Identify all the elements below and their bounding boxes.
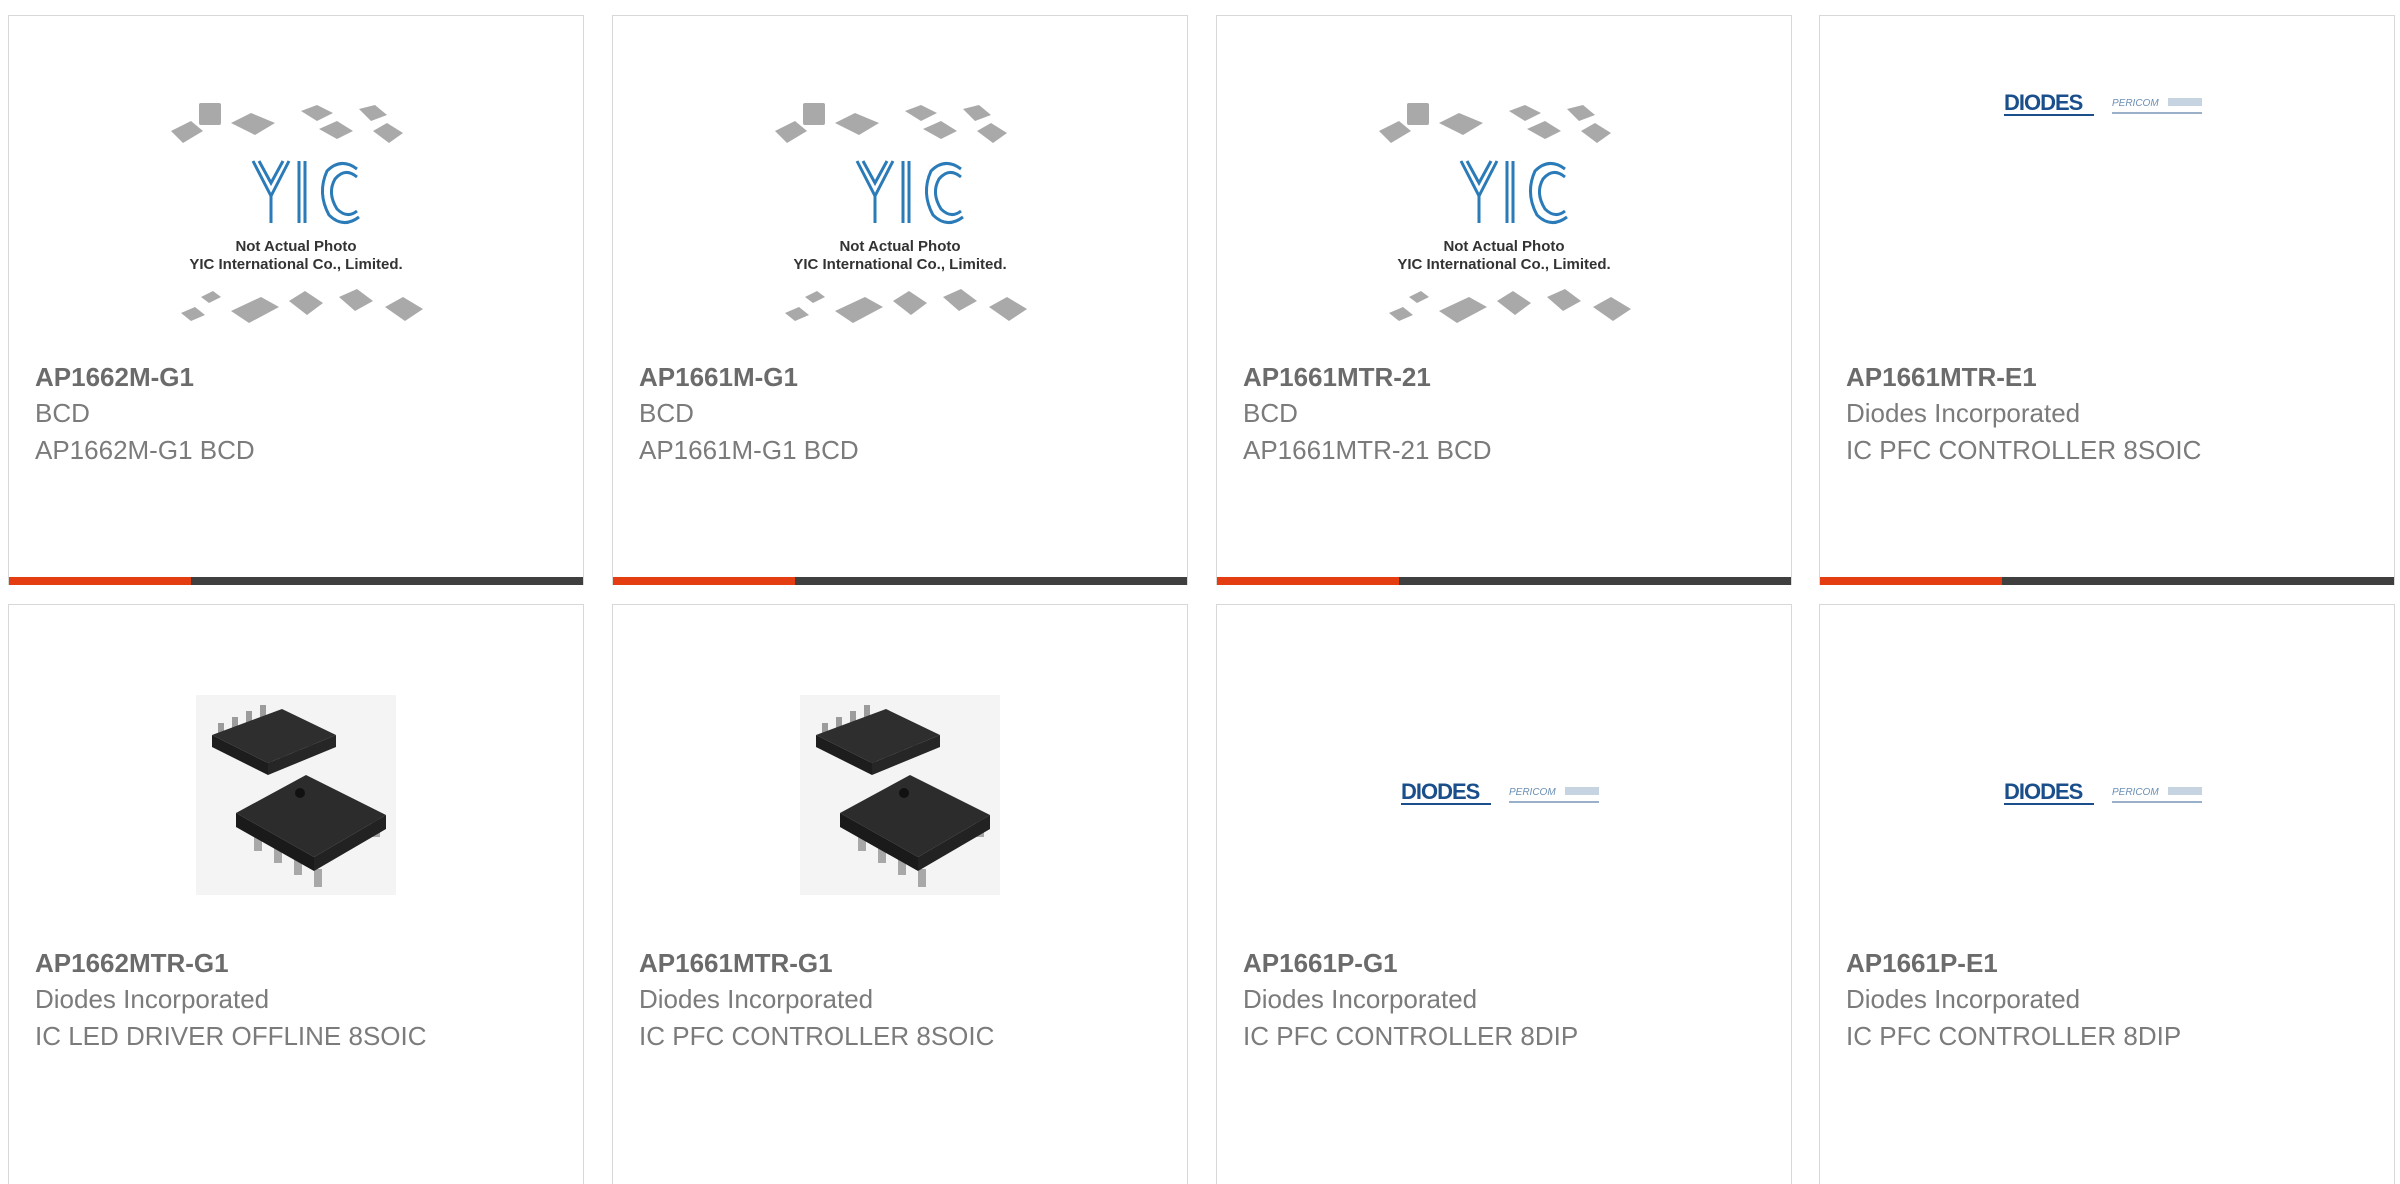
product-meta: AP1661P-E1 Diodes Incorporated IC PFC CO…	[1846, 945, 2374, 1055]
manufacturer: Diodes Incorporated	[1846, 984, 2081, 1014]
product-grid: Not Actual Photo YIC International Co., …	[0, 0, 2400, 1184]
part-number[interactable]: AP1661MTR-21	[1243, 359, 1771, 395]
product-image-yic-placeholder[interactable]: Not Actual Photo YIC International Co., …	[9, 86, 583, 366]
product-card[interactable]: DIODES PERICOM AP1661P-G1 Diodes Incorpo…	[1216, 604, 1792, 1184]
description: AP1661M-G1 BCD	[639, 435, 859, 465]
product-image-yic-placeholder[interactable]: Not Actual Photo YIC International Co., …	[613, 86, 1187, 366]
product-meta: AP1662M-G1 BCD AP1662M-G1 BCD	[35, 359, 563, 469]
svg-text:Not Actual Photo: Not Actual Photo	[235, 238, 356, 255]
product-card[interactable]: DIODES PERICOM AP1661MTR-E1 Diodes Incor…	[1819, 15, 2395, 585]
part-number[interactable]: AP1661MTR-E1	[1846, 359, 2374, 395]
product-meta: AP1661MTR-21 BCD AP1661MTR-21 BCD	[1243, 359, 1771, 469]
package-placeholder-icon: Not Actual Photo YIC International Co., …	[1379, 103, 1631, 323]
card-footer-bar	[613, 577, 1187, 585]
svg-text:Not Actual Photo: Not Actual Photo	[1443, 238, 1564, 255]
product-card[interactable]: AP1662MTR-G1 Diodes Incorporated IC LED …	[8, 604, 584, 1184]
product-image-yic-placeholder[interactable]: Not Actual Photo YIC International Co., …	[1217, 86, 1791, 366]
soic-chip-icon	[800, 695, 1000, 895]
part-number[interactable]: AP1662M-G1	[35, 359, 563, 395]
product-image-soic-chip[interactable]	[613, 650, 1187, 940]
manufacturer: Diodes Incorporated	[1243, 984, 1478, 1014]
product-image-diodes-logo[interactable]: DIODES PERICOM	[1217, 650, 1791, 940]
accent-stripe	[1217, 577, 1399, 585]
product-meta: AP1662MTR-G1 Diodes Incorporated IC LED …	[35, 945, 563, 1055]
package-placeholder-icon: Not Actual Photo YIC International Co., …	[775, 103, 1027, 323]
part-number[interactable]: AP1661P-G1	[1243, 945, 1771, 981]
manufacturer: Diodes Incorporated	[639, 984, 874, 1014]
product-meta: AP1661P-G1 Diodes Incorporated IC PFC CO…	[1243, 945, 1771, 1055]
product-image-diodes-logo[interactable]: DIODES PERICOM	[1820, 36, 2394, 176]
part-number[interactable]: AP1661P-E1	[1846, 945, 2374, 981]
diodes-logo-icon: DIODES PERICOM	[2004, 779, 2202, 805]
manufacturer: BCD	[35, 398, 90, 428]
svg-text:PERICOM: PERICOM	[2112, 787, 2159, 798]
product-card[interactable]: Not Actual Photo YIC International Co., …	[1216, 15, 1792, 585]
svg-text:YIC International Co., Limited: YIC International Co., Limited.	[793, 256, 1006, 273]
product-card[interactable]: DIODES PERICOM AP1661P-E1 Diodes Incorpo…	[1819, 604, 2395, 1184]
card-footer-bar	[1820, 577, 2394, 585]
description: AP1662M-G1 BCD	[35, 435, 255, 465]
product-image-diodes-logo[interactable]: DIODES PERICOM	[1820, 650, 2394, 940]
svg-text:YIC International Co., Limited: YIC International Co., Limited.	[1397, 256, 1610, 273]
description: IC LED DRIVER OFFLINE 8SOIC	[35, 1021, 427, 1051]
description: IC PFC CONTROLLER 8DIP	[1846, 1021, 2182, 1051]
manufacturer: BCD	[639, 398, 694, 428]
product-card[interactable]: Not Actual Photo YIC International Co., …	[612, 15, 1188, 585]
product-meta: AP1661M-G1 BCD AP1661M-G1 BCD	[639, 359, 1167, 469]
card-footer-bar	[1217, 577, 1791, 585]
description: IC PFC CONTROLLER 8SOIC	[639, 1021, 995, 1051]
svg-text:DIODES: DIODES	[2004, 779, 2083, 804]
accent-stripe	[9, 577, 191, 585]
description: AP1661MTR-21 BCD	[1243, 435, 1492, 465]
svg-text:YIC International Co., Limited: YIC International Co., Limited.	[189, 256, 402, 273]
manufacturer: BCD	[1243, 398, 1298, 428]
product-meta: AP1661MTR-G1 Diodes Incorporated IC PFC …	[639, 945, 1167, 1055]
accent-stripe	[613, 577, 795, 585]
package-placeholder-icon: Not Actual Photo YIC International Co., …	[171, 103, 423, 323]
svg-text:Not Actual Photo: Not Actual Photo	[839, 238, 960, 255]
svg-text:DIODES: DIODES	[2004, 90, 2083, 115]
description: IC PFC CONTROLLER 8DIP	[1243, 1021, 1579, 1051]
svg-text:PERICOM: PERICOM	[2112, 98, 2159, 109]
accent-stripe	[1820, 577, 2002, 585]
manufacturer: Diodes Incorporated	[1846, 398, 2081, 428]
product-meta: AP1661MTR-E1 Diodes Incorporated IC PFC …	[1846, 359, 2374, 469]
soic-chip-icon	[196, 695, 396, 895]
description: IC PFC CONTROLLER 8SOIC	[1846, 435, 2202, 465]
part-number[interactable]: AP1662MTR-G1	[35, 945, 563, 981]
svg-text:PERICOM: PERICOM	[1509, 787, 1556, 798]
part-number[interactable]: AP1661MTR-G1	[639, 945, 1167, 981]
product-card[interactable]: AP1661MTR-G1 Diodes Incorporated IC PFC …	[612, 604, 1188, 1184]
diodes-logo-icon: DIODES PERICOM	[1401, 779, 1599, 805]
card-footer-bar	[9, 577, 583, 585]
part-number[interactable]: AP1661M-G1	[639, 359, 1167, 395]
svg-text:DIODES: DIODES	[1401, 779, 1480, 804]
manufacturer: Diodes Incorporated	[35, 984, 270, 1014]
diodes-logo-icon: DIODES PERICOM	[2004, 90, 2202, 116]
product-image-soic-chip[interactable]	[9, 650, 583, 940]
product-card[interactable]: Not Actual Photo YIC International Co., …	[8, 15, 584, 585]
